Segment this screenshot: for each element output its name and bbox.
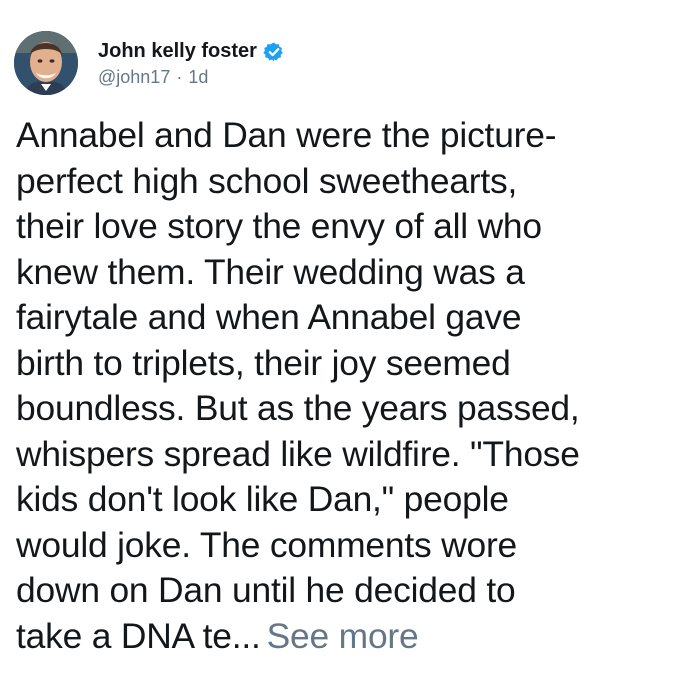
tweet-body-line-4: knew them. Their wedding was a (16, 251, 525, 292)
tweet-timestamp[interactable]: 1d (188, 67, 208, 88)
tweet-body: Annabel and Dan were the picture- perfec… (16, 113, 696, 659)
tweet-meta: John kelly foster @john17 · 1d (98, 39, 285, 88)
verified-badge-icon (263, 41, 285, 63)
tweet-card: John kelly foster @john17 · 1d Annabel a… (0, 0, 700, 700)
tweet-body-line-11: down on Dan until he decided to (16, 570, 516, 610)
tweet-body-line-6: birth to triplets, their joy seemed (16, 342, 511, 383)
tweet-body-line-3: their love story the envy of all who (16, 206, 542, 246)
tweet-body-line-9: kids don't look like Dan," people (16, 479, 509, 519)
tweet-body-line-8: whispers spread like wildfire. "Those (16, 433, 580, 474)
tweet-body-last-line: take a DNA te... See more (16, 614, 696, 660)
tweet-body-line-10: would joke. The comments wore (16, 524, 518, 565)
author-display-name[interactable]: John kelly foster (98, 40, 257, 63)
author-handle[interactable]: @john17 (98, 67, 170, 88)
avatar[interactable] (14, 31, 78, 95)
tweet-body-line-5: fairytale and when Annabel gave (16, 297, 522, 337)
see-more-link[interactable]: See more (267, 616, 419, 656)
tweet-body-line-2: perfect high school sweethearts, (16, 160, 518, 201)
tweet-header: John kelly foster @john17 · 1d (14, 30, 285, 96)
avatar-photo (14, 31, 78, 95)
meta-separator: · (176, 66, 183, 87)
tweet-body-line-12: take a DNA te... (16, 615, 261, 656)
author-sub-row: @john17 · 1d (98, 67, 285, 88)
tweet-body-line-7: boundless. But as the years passed, (16, 388, 580, 428)
tweet-body-line-1: Annabel and Dan were the picture- (16, 115, 557, 155)
author-name-row: John kelly foster (98, 39, 285, 65)
